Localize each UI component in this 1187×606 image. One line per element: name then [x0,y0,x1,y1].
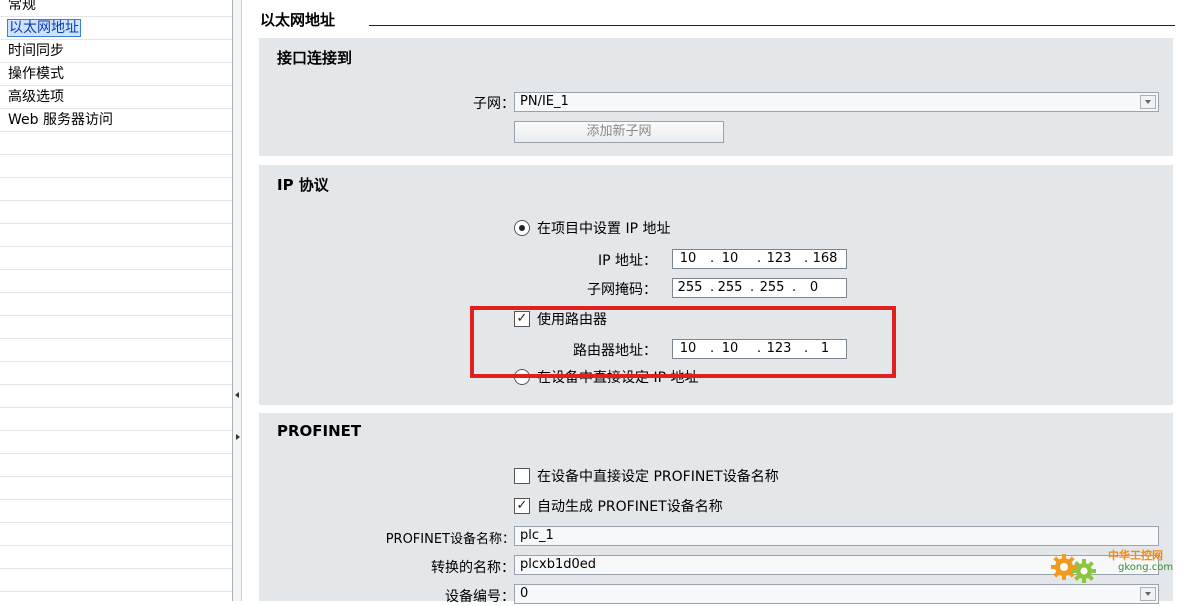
nav-item-label: 常规 [8,0,36,13]
router-highlight-box [470,306,896,378]
auto-generate-profinet-name-checkbox[interactable]: ✓ [514,498,530,514]
ip-octet-1: 10 [679,251,697,266]
subnet-mask-label: 子网掩码： [587,282,657,298]
nav-row-empty [0,132,232,155]
nav-item-ethernet-address[interactable]: 以太网地址 [0,17,232,40]
nav-item-label: Web 服务器访问 [8,112,113,128]
ip-dot: . [757,251,762,266]
converted-name-label: 转换的名称： [431,560,515,576]
ip-protocol-panel-title: IP 协议 [277,176,329,194]
interface-panel: 接口连接到 子网： PN/IE_1 添加新子网 [259,38,1173,156]
profinet-panel-title: PROFINET [277,422,362,440]
nav-row-empty [0,431,232,454]
ip-dot: . [804,251,809,266]
nav-item-label: 时间同步 [8,43,64,59]
subnet-mask-field[interactable]: 255 . 255 . 255 . 0 [672,278,847,298]
nav-row-empty [0,477,232,500]
nav-row-empty [0,362,232,385]
panel-splitter[interactable] [232,0,242,601]
radio-set-ip-in-project[interactable] [514,220,530,236]
mask-octet-3: 255 [759,280,785,295]
expand-right-arrow-icon[interactable] [236,434,240,440]
profinet-device-name-field[interactable]: plc_1 [514,526,1159,546]
collapse-left-arrow-icon[interactable] [235,392,239,398]
nav-tree: 常规 以太网地址 时间同步 操作模式 高级选项 Web 服务器访问 [0,0,232,601]
nav-row-empty [0,408,232,431]
nav-item-label: 以太网地址 [7,19,81,37]
profinet-panel: PROFINET 在设备中直接设定 PROFINET设备名称 ✓ 自动生成 PR… [259,413,1173,605]
profinet-device-name-label: PROFINET设备名称： [385,532,515,547]
device-number-label: 设备编号： [445,589,515,605]
nav-item-time-sync[interactable]: 时间同步 [0,40,232,63]
watermark-text-cn: 中华工控网 [1108,549,1163,562]
chevron-down-icon[interactable] [1140,95,1156,109]
subnet-label: 子网： [473,96,515,112]
section-title: 以太网地址 [260,11,336,29]
subnet-dropdown[interactable]: PN/IE_1 [514,92,1159,112]
nav-item-operating-mode[interactable]: 操作模式 [0,63,232,86]
nav-item-label: 高级选项 [8,89,64,105]
ip-octet-3: 123 [766,251,792,266]
auto-generate-profinet-name-label: 自动生成 PROFINET设备名称 [537,499,723,515]
ip-octet-2: 10 [721,251,739,266]
nav-item-web-server[interactable]: Web 服务器访问 [0,109,232,132]
nav-row-empty [0,339,232,362]
chevron-down-icon[interactable] [1140,587,1156,601]
nav-row-empty [0,569,232,592]
interface-panel-title: 接口连接到 [277,49,353,67]
mask-dot: . [792,280,797,295]
radio-set-ip-in-project-label: 在项目中设置 IP 地址 [537,221,671,237]
nav-row-empty [0,385,232,408]
nav-row-empty [0,270,232,293]
nav-row-empty [0,178,232,201]
nav-row-empty [0,224,232,247]
nav-row-empty [0,500,232,523]
watermark-text-domain: gkong.com [1118,562,1174,573]
nav-row-empty [0,155,232,178]
nav-row-empty [0,523,232,546]
gkong-watermark-logo: 中华工控网 gkong.com [1050,545,1180,585]
nav-row-empty [0,293,232,316]
nav-row-empty [0,546,232,569]
nav-row-empty [0,201,232,224]
properties-content: 以太网地址 接口连接到 子网： PN/IE_1 添加新子网 IP 协议 在项目中… [242,0,1187,605]
nav-row-empty [0,316,232,339]
mask-octet-2: 255 [717,280,743,295]
gear-icon [1051,554,1096,583]
ip-address-field[interactable]: 10 . 10 . 123 . 168 [672,249,847,269]
set-profinet-name-on-device-checkbox[interactable] [514,468,530,484]
set-profinet-name-on-device-label: 在设备中直接设定 PROFINET设备名称 [537,469,779,485]
mask-octet-4: 0 [809,280,819,295]
device-number-dropdown[interactable]: 0 [514,584,1159,604]
nav-item-general[interactable]: 常规 [0,0,232,17]
nav-row-empty [0,454,232,477]
ip-octet-4: 168 [812,251,838,266]
device-number-value: 0 [520,586,529,601]
mask-dot: . [710,280,715,295]
subnet-value: PN/IE_1 [520,94,569,109]
add-subnet-button[interactable]: 添加新子网 [514,121,724,143]
section-title-rule [369,25,1175,26]
nav-row-empty [0,247,232,270]
mask-octet-1: 255 [677,280,703,295]
ip-address-label: IP 地址： [597,253,657,269]
mask-dot: . [750,280,755,295]
nav-item-advanced-options[interactable]: 高级选项 [0,86,232,109]
nav-item-label: 操作模式 [8,66,64,82]
ip-dot: . [710,251,715,266]
